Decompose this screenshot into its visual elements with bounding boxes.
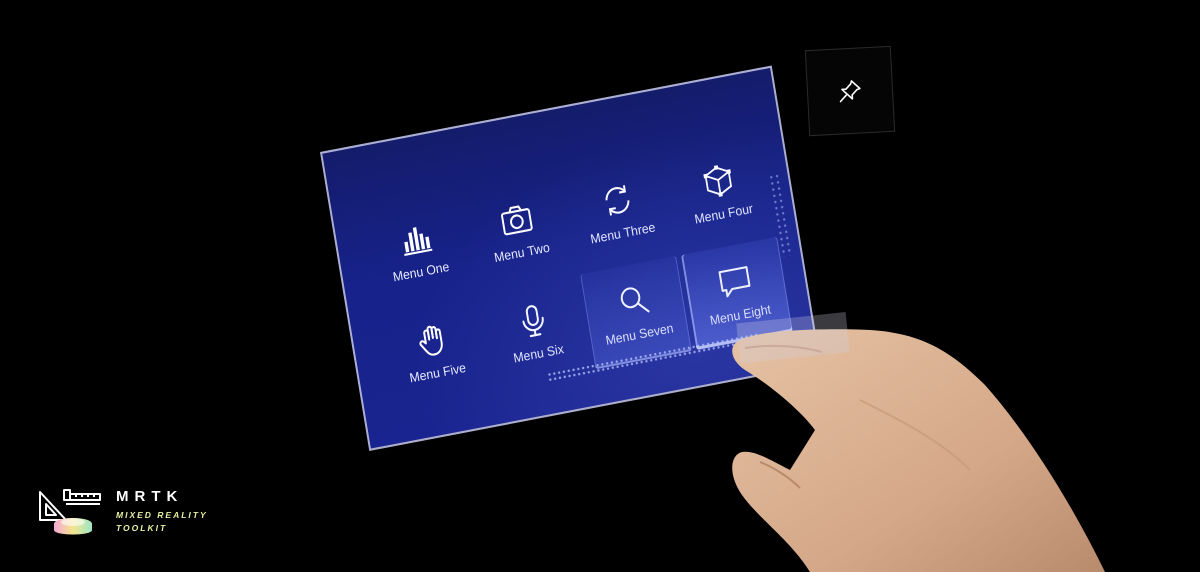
logo-subtitle-line2: TOOLKIT — [116, 523, 168, 533]
mrtk-logo-icon — [39, 489, 101, 535]
logo-subtitle-line1: MIXED REALITY — [116, 510, 208, 520]
mrtk-logo: MRTK MIXED REALITY TOOLKIT — [36, 486, 236, 546]
scene: Menu One Menu Two Menu Three Menu Four M… — [0, 0, 1200, 572]
logo-title: MRTK — [116, 488, 184, 505]
